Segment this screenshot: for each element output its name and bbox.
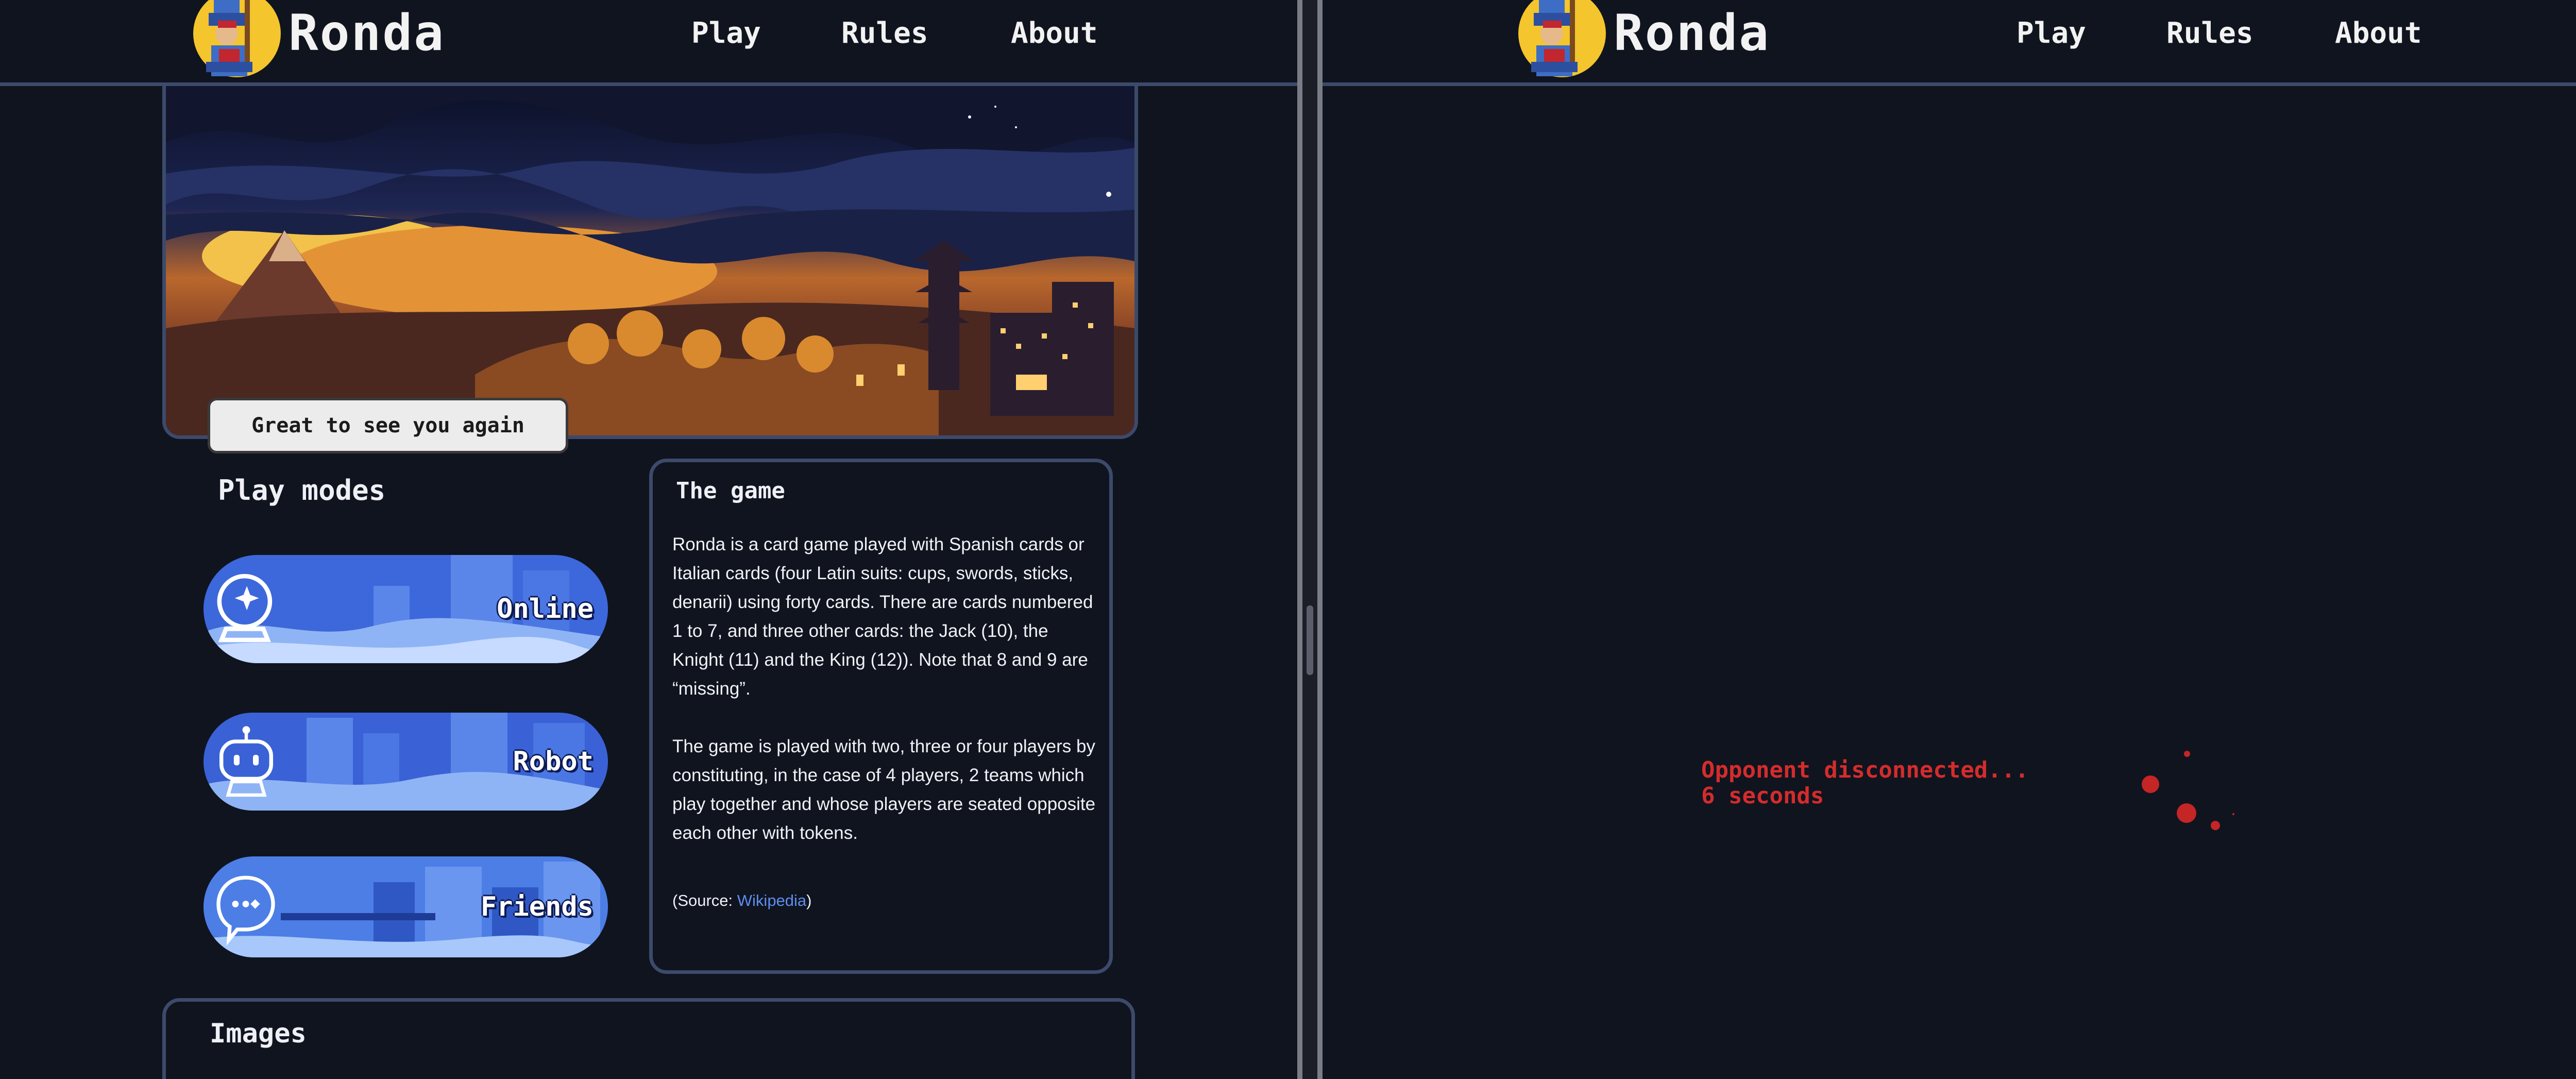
hero-banner-image — [162, 86, 1138, 439]
opponent-disconnected-status: Opponent disconnected... 6 seconds — [1701, 757, 2029, 809]
nav-play[interactable]: Play — [691, 15, 761, 52]
friends-mode-button[interactable]: Friends — [204, 856, 608, 957]
brand-title[interactable]: Ronda — [289, 4, 445, 62]
greeting-badge: Great to see you again — [208, 398, 568, 453]
nav-rules[interactable]: Rules — [841, 15, 928, 52]
divider-edge — [1297, 0, 1302, 1079]
ronda-king-logo-icon[interactable] — [188, 0, 286, 77]
game-window: Ronda Play Rules About Opponent disconne… — [1323, 0, 2576, 1079]
status-message: Opponent disconnected... — [1701, 757, 2029, 783]
divider-edge — [1317, 0, 1323, 1079]
robot-mode-button[interactable]: Robot — [204, 713, 608, 811]
game-info-heading: The game — [676, 478, 785, 504]
source-prefix: (Source: — [672, 891, 737, 909]
game-info-source: (Source: Wikipedia) — [672, 886, 1100, 915]
robot-icon — [219, 726, 273, 797]
online-mode-label: Online — [497, 594, 594, 625]
images-section: Images — [162, 998, 1135, 1079]
brand-title[interactable]: Ronda — [1614, 4, 1770, 62]
nav-play[interactable]: Play — [2016, 15, 2086, 52]
home-window: Ronda Play Rules About Great to see you … — [0, 0, 1297, 1079]
loading-spinner-icon — [2142, 751, 2234, 830]
game-info-paragraph: Ronda is a card game played with Spanish… — [672, 534, 1093, 699]
game-info-card: The game Ronda is a card game played wit… — [649, 459, 1113, 974]
friends-mode-label: Friends — [480, 891, 594, 922]
crystal-ball-icon — [217, 574, 273, 643]
game-info-paragraph: The game is played with two, three or fo… — [672, 736, 1096, 843]
nav-about[interactable]: About — [1011, 15, 1098, 52]
site-header: Ronda Play Rules About — [0, 0, 1297, 86]
nav-rules[interactable]: Rules — [2166, 15, 2253, 52]
wikipedia-link[interactable]: Wikipedia — [737, 891, 806, 909]
ronda-king-logo-icon[interactable] — [1513, 0, 1611, 77]
robot-mode-label: Robot — [513, 746, 594, 777]
divider-grip-handle[interactable] — [1307, 605, 1313, 675]
source-suffix: ) — [806, 891, 812, 909]
play-modes-heading: Play modes — [218, 474, 386, 507]
online-mode-button[interactable]: Online — [204, 555, 608, 663]
images-heading: Images — [210, 1018, 307, 1049]
site-header: Ronda Play Rules About — [1323, 0, 2576, 86]
countdown-text: 6 seconds — [1701, 783, 1824, 809]
split-view-divider[interactable] — [1297, 0, 1323, 1079]
chat-bubble-icon — [216, 875, 275, 946]
nav-about[interactable]: About — [2335, 15, 2422, 52]
